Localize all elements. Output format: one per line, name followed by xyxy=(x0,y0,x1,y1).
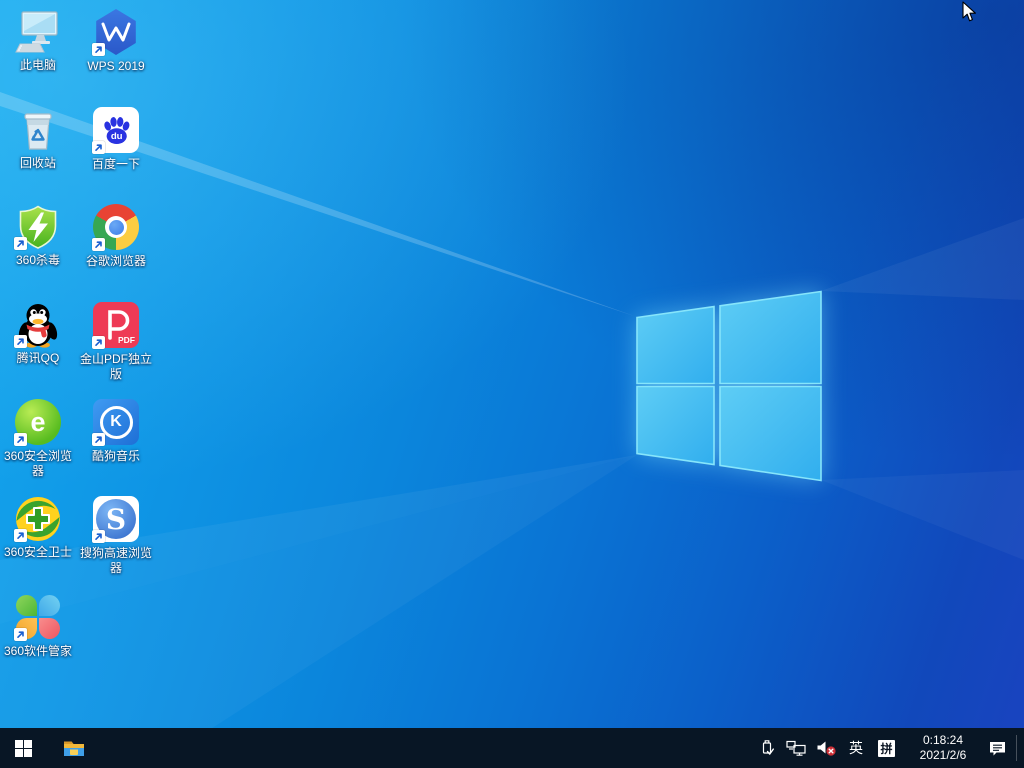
desktop-icon-label: 百度一下 xyxy=(78,157,154,172)
desktop-icon-360-software-manager[interactable]: 360软件管家 xyxy=(0,593,76,659)
desktop-icon-label: 金山PDF独立版 xyxy=(78,352,154,382)
windows-logo xyxy=(635,289,823,487)
desktop-icon-label: 360软件管家 xyxy=(0,644,76,659)
360-software-manager-icon xyxy=(14,594,62,642)
clock-time: 0:18:24 xyxy=(912,733,974,748)
taskbar-clock[interactable]: 0:18:24 2021/2/6 xyxy=(903,733,983,763)
svg-text:du: du xyxy=(111,131,123,142)
shortcut-arrow-icon xyxy=(92,336,105,349)
tencent-qq-icon xyxy=(14,301,62,349)
desktop-icon-label: 腾讯QQ xyxy=(0,351,76,366)
shortcut-arrow-icon xyxy=(14,237,27,250)
desktop-icon-label: WPS 2019 xyxy=(78,59,154,74)
svg-text:PDF: PDF xyxy=(118,335,135,345)
start-button[interactable] xyxy=(0,728,46,768)
desktop-icon-this-pc[interactable]: 此电脑 xyxy=(0,8,76,73)
sogou-browser-icon: S xyxy=(92,496,140,544)
system-tray: 英 拼 0:18:24 2021/2/6 xyxy=(754,728,1024,768)
360-browser-icon: e xyxy=(14,399,62,447)
desktop-icon-baidu[interactable]: du 百度一下 xyxy=(78,106,154,172)
network-icon[interactable] xyxy=(781,728,811,768)
desktop-icon-360-antivirus[interactable]: 360杀毒 xyxy=(0,203,76,268)
shortcut-arrow-icon xyxy=(92,433,105,446)
ime-language-indicator[interactable]: 英 xyxy=(842,738,870,758)
desktop-icon-label: 酷狗音乐 xyxy=(78,449,154,464)
360-safe-icon xyxy=(14,495,62,543)
desktop-icon-360-browser[interactable]: e 360安全浏览器 xyxy=(0,398,76,479)
desktop-icon-chrome[interactable]: 谷歌浏览器 xyxy=(78,203,154,269)
shortcut-arrow-icon xyxy=(92,141,105,154)
desktop-icon-label: 360杀毒 xyxy=(0,253,76,268)
desktop-icon-label: 回收站 xyxy=(0,156,76,171)
desktop-icon-wps-2019[interactable]: WPS 2019 xyxy=(78,8,154,74)
desktop: 此电脑 回收站 360杀毒 xyxy=(0,0,1024,768)
file-explorer-button[interactable] xyxy=(51,728,97,768)
desktop-icon-label: 360安全卫士 xyxy=(0,545,76,560)
desktop-icon-label: 360安全浏览器 xyxy=(0,449,76,479)
shortcut-arrow-icon xyxy=(14,335,27,348)
desktop-icon-sogou-browser[interactable]: S 搜狗高速浏览器 xyxy=(78,495,154,576)
desktop-icon-label: 谷歌浏览器 xyxy=(78,254,154,269)
desktop-icon-360-safe[interactable]: 360安全卫士 xyxy=(0,495,76,560)
shortcut-arrow-icon xyxy=(92,43,105,56)
this-pc-icon xyxy=(14,8,62,56)
ime-pinyin-icon[interactable]: 拼 xyxy=(878,740,895,757)
recycle-bin-icon xyxy=(14,106,62,154)
kingsoft-pdf-icon: PDF xyxy=(92,302,140,350)
kugou-music-icon: K xyxy=(92,399,140,447)
shortcut-arrow-icon xyxy=(14,433,27,446)
usb-safely-remove-icon[interactable] xyxy=(754,728,781,768)
shortcut-arrow-icon xyxy=(92,238,105,251)
volume-muted-icon[interactable] xyxy=(811,728,842,768)
shortcut-arrow-icon xyxy=(92,530,105,543)
desktop-icon-tencent-qq[interactable]: 腾讯QQ xyxy=(0,301,76,366)
wps-2019-icon xyxy=(92,9,140,57)
shortcut-arrow-icon xyxy=(14,529,27,542)
shortcut-arrow-icon xyxy=(14,628,27,641)
taskbar: 英 拼 0:18:24 2021/2/6 xyxy=(0,728,1024,768)
desktop-icon-label: 搜狗高速浏览器 xyxy=(78,546,154,576)
chrome-icon xyxy=(92,204,140,252)
clock-date: 2021/2/6 xyxy=(912,748,974,763)
action-center-icon[interactable] xyxy=(983,728,1012,768)
show-desktop-button[interactable] xyxy=(1017,728,1024,768)
desktop-icon-kingsoft-pdf[interactable]: PDF 金山PDF独立版 xyxy=(78,301,154,382)
baidu-icon: du xyxy=(92,107,140,155)
desktop-icon-recycle-bin[interactable]: 回收站 xyxy=(0,106,76,171)
desktop-icon-label: 此电脑 xyxy=(0,58,76,73)
360-antivirus-icon xyxy=(14,203,62,251)
desktop-icon-kugou-music[interactable]: K 酷狗音乐 xyxy=(78,398,154,464)
